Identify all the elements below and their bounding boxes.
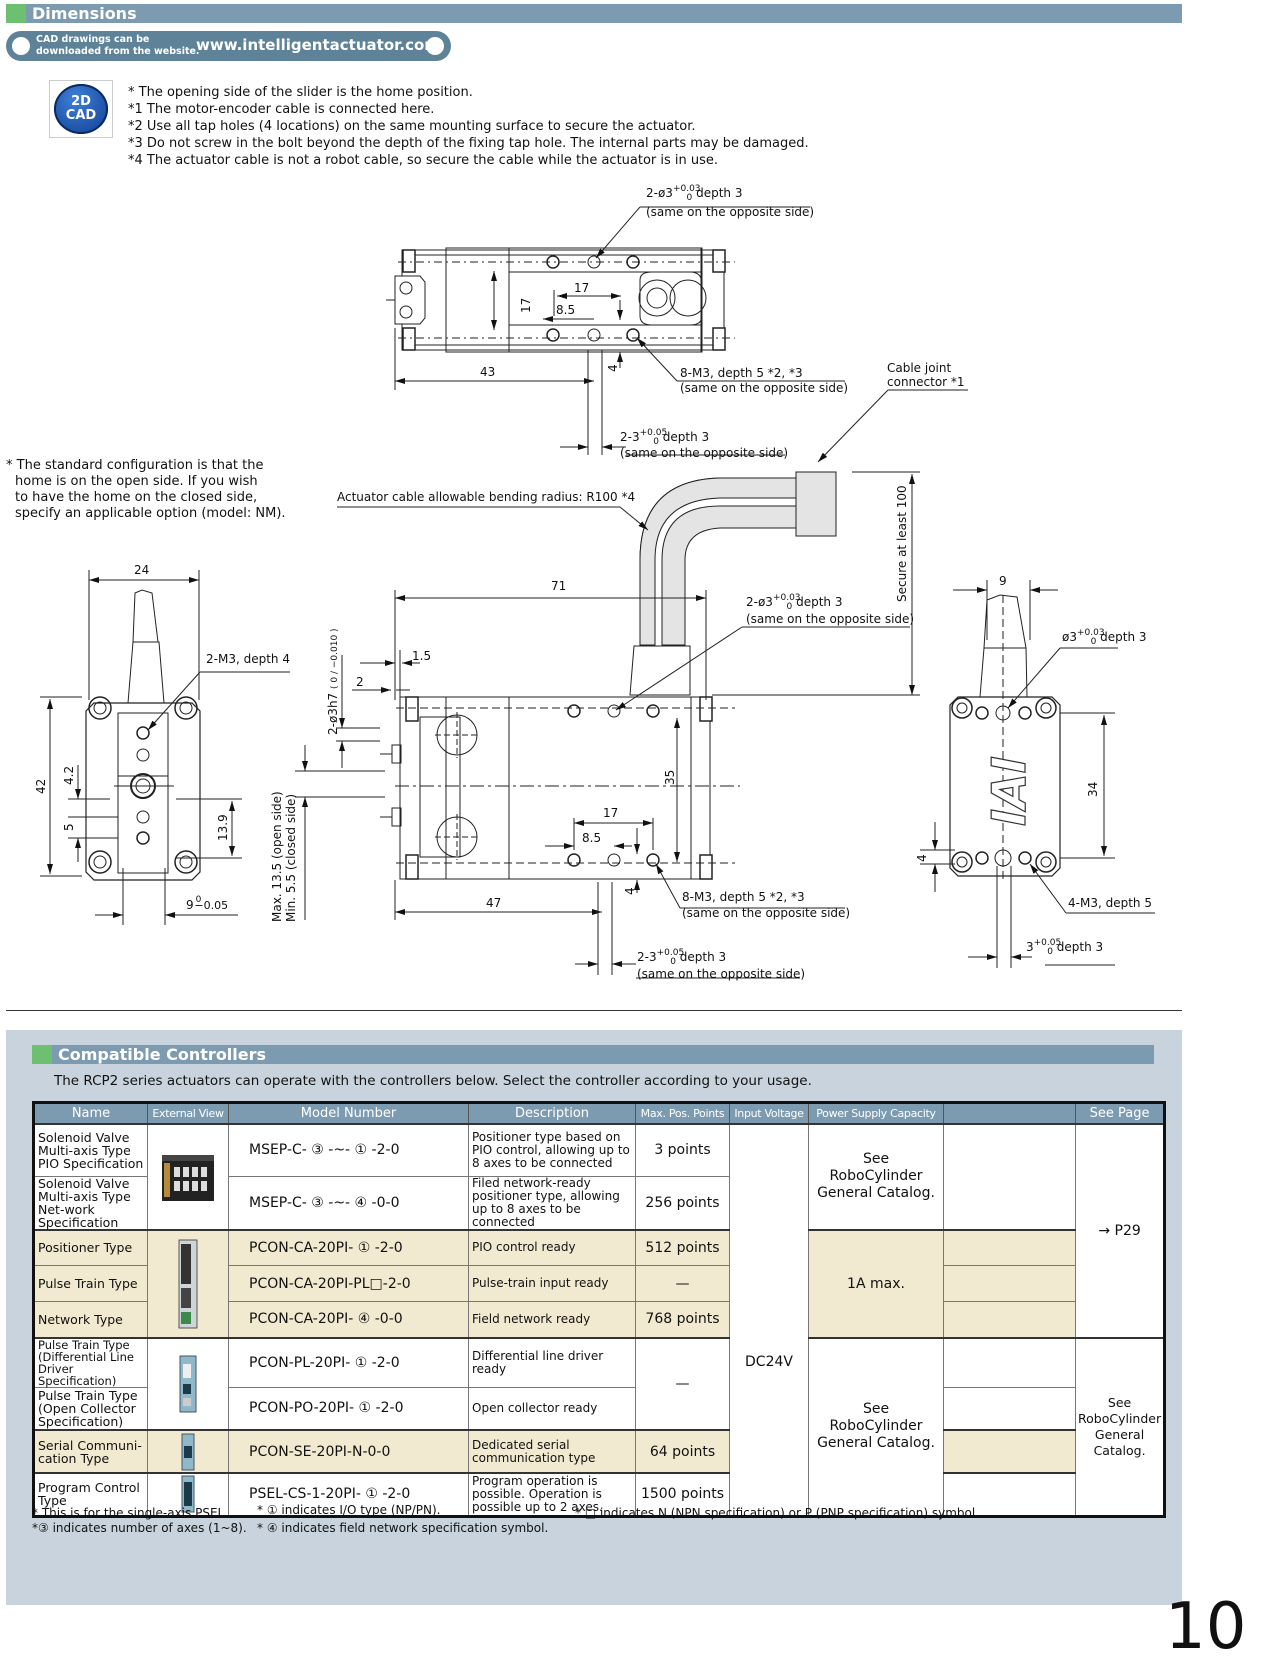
power-msep-cell: See RoboCylinder General Catalog. <box>808 1123 944 1230</box>
shaft-label: 2-ø3h7 ( 0 / −0.010 ) <box>326 628 340 735</box>
dim-9-tolerance: 9 0−0.05 <box>186 895 229 912</box>
pin-hole-label: 2-ø3+0.030 depth 3 <box>746 593 843 612</box>
blank-cell <box>943 1336 1076 1388</box>
dim-4: 4 <box>915 854 929 862</box>
dim-17-vertical: 17 <box>519 297 533 313</box>
col-power-supply: Power Supply Capacity <box>808 1102 944 1125</box>
external-view-pcon-se <box>147 1429 229 1474</box>
dim-1-5: 1.5 <box>412 649 432 663</box>
footnote: * ④ indicates field network specificatio… <box>257 1521 549 1535</box>
pcon-pl-controller-image <box>179 1355 197 1413</box>
pcon-ca-controller-image <box>178 1239 198 1328</box>
col-external-view: External View <box>147 1102 229 1125</box>
controllers-intro: The RCP2 series actuators can operate wi… <box>54 1073 812 1089</box>
slot-label: 2-3+0.050 depth 3 <box>637 948 727 967</box>
dim-43: 43 <box>480 365 496 379</box>
tap-hole-label: 8-M3, depth 5 *2, *3 <box>680 366 803 380</box>
controllers-table: Name External View Model Number Descript… <box>32 1101 1167 1518</box>
dim-4: 4 <box>606 364 620 372</box>
table-row: Positioner Type PCON-CA-20PI- ① -2-0 PIO… <box>33 1228 1165 1338</box>
same-opposite-note: (same on the opposite side) <box>620 446 789 460</box>
power-pcon-ca-cell: 1A max. <box>808 1228 944 1338</box>
external-view-pcon-pl <box>147 1336 229 1431</box>
blank-cell <box>943 1301 1076 1338</box>
footnote: * □ indicates N (NPN specification) or P… <box>575 1506 980 1520</box>
cable-joint-label: Cable joint connector *1 <box>887 361 965 389</box>
blank-cell <box>943 1265 1076 1302</box>
dim-9: 9 <box>999 574 1007 588</box>
blank-cell <box>943 1386 1076 1431</box>
external-view-msep <box>147 1123 229 1230</box>
dim-17: 17 <box>603 806 619 820</box>
iai-logo: IAI <box>981 756 1036 827</box>
footnote: * ① indicates I/O type (NP/PN). <box>257 1503 441 1517</box>
table-row: Pulse Train Type (Differential Line Driv… <box>33 1336 1166 1517</box>
same-opposite-note: (same on the opposite side) <box>680 381 849 395</box>
input-voltage-cell: DC24V <box>729 1123 809 1517</box>
slot-label: 2-3+0.050 depth 3 <box>620 428 710 447</box>
same-opposite-note: (same on the opposite side) <box>637 967 806 981</box>
see-page-link[interactable]: → P29 <box>1074 1123 1166 1338</box>
dim-17: 17 <box>574 281 590 295</box>
table-header-row: Name External View Model Number Descript… <box>33 1102 1166 1125</box>
col-description: Description <box>468 1102 636 1125</box>
dim-47: 47 <box>486 896 502 910</box>
dim-4: 4 <box>623 887 637 895</box>
secure-label: Secure at least 100 <box>895 485 909 602</box>
dim-42: 42 <box>34 778 48 794</box>
dim-35: 35 <box>663 769 677 785</box>
top-view <box>386 206 968 463</box>
external-view-pcon-ca <box>147 1228 229 1338</box>
header-accent <box>32 1045 52 1064</box>
col-name: Name <box>33 1102 148 1125</box>
dim-2: 2 <box>356 675 364 689</box>
table-row: Solenoid Valve Multi-axis Type PIO Speci… <box>33 1123 1166 1517</box>
see-catalog-link[interactable]: See RoboCylinder General Catalog. <box>1074 1336 1166 1517</box>
col-model-number: Model Number <box>228 1102 469 1125</box>
blank-cell <box>943 1429 1076 1474</box>
pin-hole-label: 2-ø3+0.030 depth 3 <box>646 184 743 203</box>
side-view <box>295 471 920 979</box>
bend-radius-label: Actuator cable allowable bending radius:… <box>337 490 636 504</box>
pcon-se-controller-image <box>181 1433 195 1470</box>
controllers-title: Compatible Controllers <box>58 1045 267 1064</box>
dim-13-9: 13.9 <box>216 814 230 841</box>
section-divider <box>6 1010 1182 1011</box>
col-max-points: Max. Pos. Points <box>635 1102 730 1125</box>
stroke-range-label: Max. 13.5 (open side) Min. 5.5 (closed si… <box>270 791 298 922</box>
same-opposite-note: (same on the opposite side) <box>646 205 815 219</box>
end-view <box>40 570 290 925</box>
tap-hole-label: 2-M3, depth 4 <box>206 652 290 666</box>
blank-cell <box>943 1123 1076 1230</box>
same-opposite-note: (same on the opposite side) <box>682 906 851 920</box>
footnote: *③ indicates number of axes (1~8). <box>32 1521 247 1535</box>
dim-4-2: 4.2 <box>62 765 76 785</box>
blank-cell <box>943 1228 1076 1266</box>
slot-label: 3+0.050 depth 3 <box>1026 938 1104 957</box>
col-blank <box>943 1102 1076 1125</box>
dim-8-5: 8.5 <box>556 303 576 317</box>
footnote: * This is for the single-axis PSEL. <box>32 1506 229 1520</box>
pin-hole-label: ø3+0.030 depth 3 <box>1062 628 1147 647</box>
col-see-page: See Page <box>1074 1102 1166 1125</box>
table-row: Serial Communi-cation Type PCON-SE-20PI-… <box>33 1429 1165 1474</box>
power-other-cell: See RoboCylinder General Catalog. <box>808 1336 944 1517</box>
msep-controller-image <box>162 1155 214 1202</box>
dim-34: 34 <box>1086 781 1100 797</box>
dim-71: 71 <box>551 579 567 593</box>
col-input-voltage: Input Voltage <box>729 1102 809 1125</box>
dim-5: 5 <box>62 823 76 831</box>
tap-hole-label: 4-M3, depth 5 <box>1068 896 1152 910</box>
same-opposite-note: (same on the opposite side) <box>746 612 915 626</box>
tap-hole-label: 8-M3, depth 5 *2, *3 <box>682 890 805 904</box>
controllers-header: Compatible Controllers <box>32 1045 1154 1064</box>
dim-24: 24 <box>134 563 150 577</box>
page-number: 10 <box>1165 1590 1247 1664</box>
dim-8-5: 8.5 <box>582 831 602 845</box>
